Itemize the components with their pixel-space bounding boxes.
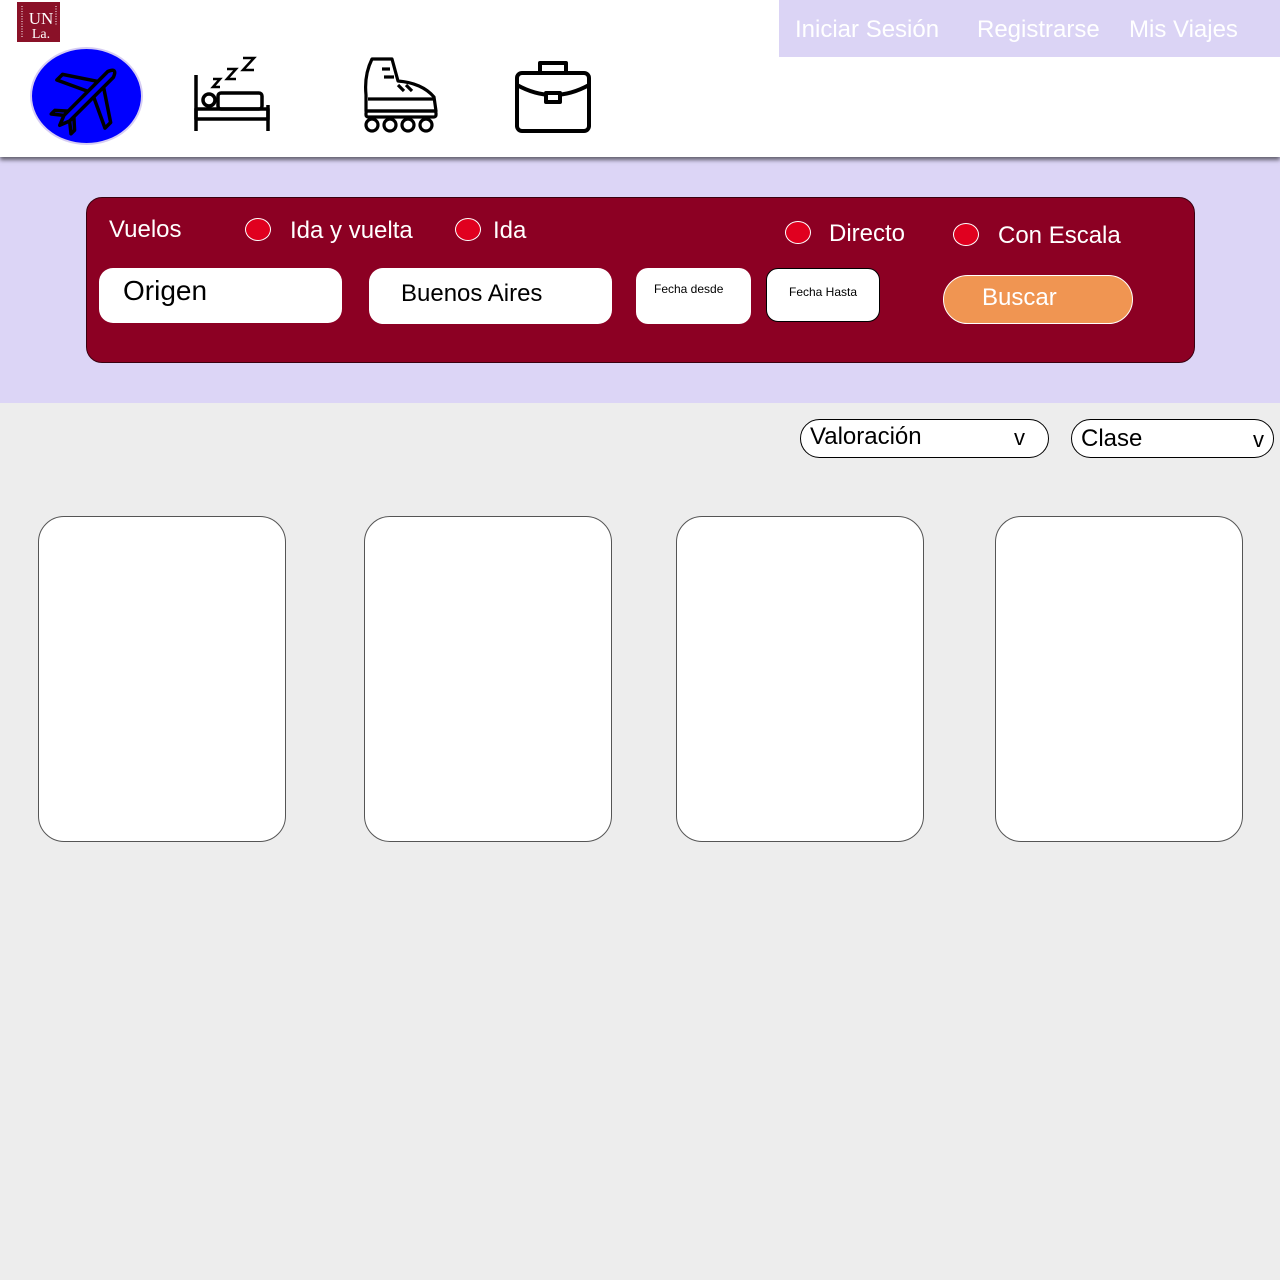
result-card[interactable] — [995, 516, 1243, 842]
category-hotels[interactable] — [192, 55, 274, 135]
category-activities[interactable] — [360, 55, 442, 135]
one-way-label: Ida — [493, 217, 527, 244]
svg-text:UN: UN — [29, 9, 54, 28]
class-filter-label: Clase — [1081, 425, 1143, 452]
rating-filter-label: Valoración — [810, 423, 922, 450]
top-nav: Iniciar Sesión Registrarse Mis Viajes — [779, 0, 1280, 57]
destination-field[interactable]: Buenos Aires — [369, 268, 612, 324]
sleeping-bed-icon — [194, 56, 270, 131]
category-flights[interactable] — [30, 47, 143, 145]
date-from-field[interactable]: Fecha desde — [636, 268, 751, 324]
unla-logo[interactable]: UN La. — [17, 2, 60, 42]
search-section-title: Vuelos — [109, 216, 182, 243]
site-header: UN La. Iniciar Sesión Registrarse Mis Vi… — [0, 0, 1280, 157]
search-button[interactable]: Buscar — [943, 275, 1133, 324]
chevron-down-icon: v — [1014, 425, 1025, 450]
layover-label: Con Escala — [998, 222, 1121, 249]
register-link[interactable]: Registrarse — [977, 16, 1100, 44]
one-way-radio[interactable] — [455, 218, 481, 241]
my-trips-link[interactable]: Mis Viajes — [1129, 16, 1238, 44]
flight-search-panel: Vuelos Ida y vuelta Ida Directo Con Esca… — [86, 197, 1195, 363]
airplane-icon — [49, 68, 117, 136]
briefcase-icon — [515, 61, 591, 133]
result-card[interactable] — [676, 516, 924, 842]
rating-filter-select[interactable]: Valoración v — [800, 419, 1049, 458]
round-trip-radio[interactable] — [245, 218, 271, 241]
login-link[interactable]: Iniciar Sesión — [795, 16, 939, 44]
round-trip-label: Ida y vuelta — [290, 217, 413, 244]
search-hero: Vuelos Ida y vuelta Ida Directo Con Esca… — [0, 157, 1280, 403]
direct-radio[interactable] — [785, 221, 811, 244]
class-filter-select[interactable]: Clase v — [1071, 419, 1274, 458]
date-to-field[interactable]: Fecha Hasta — [766, 268, 880, 322]
direct-label: Directo — [829, 220, 906, 247]
category-business-trips[interactable] — [512, 55, 594, 135]
result-card[interactable] — [364, 516, 612, 842]
layover-radio[interactable] — [953, 223, 979, 246]
roller-skate-icon — [364, 57, 438, 133]
result-card[interactable] — [38, 516, 286, 842]
svg-text:La.: La. — [32, 27, 50, 42]
chevron-down-icon: v — [1253, 427, 1264, 452]
origin-field[interactable]: Origen — [99, 268, 342, 323]
